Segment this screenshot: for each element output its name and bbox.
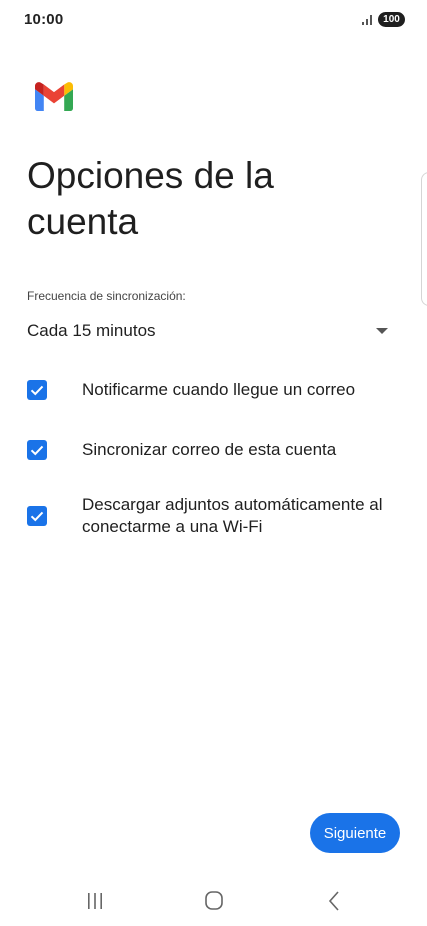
home-icon[interactable] (194, 886, 234, 916)
sync-frequency-dropdown[interactable]: Cada 15 minutos (27, 315, 393, 347)
back-icon[interactable] (314, 886, 354, 916)
option-notify[interactable]: Notificarme cuando llegue un correo (27, 378, 407, 402)
sync-frequency-label: Frecuencia de sincronización: (27, 289, 186, 303)
edge-panel-handle[interactable] (421, 172, 427, 306)
checkbox-checked-icon[interactable] (27, 506, 47, 526)
navigation-bar (0, 876, 427, 926)
signal-icon (362, 15, 372, 25)
option-sync-mail[interactable]: Sincronizar correo de esta cuenta (27, 438, 407, 462)
battery-badge: 100 (378, 12, 405, 27)
recents-icon[interactable] (75, 886, 115, 916)
dropdown-arrow-icon (376, 328, 388, 334)
option-label: Descargar adjuntos automáticamente al co… (82, 495, 383, 536)
option-download-attachments[interactable]: Descargar adjuntos automáticamente al co… (27, 494, 407, 542)
checkbox-checked-icon[interactable] (27, 440, 47, 460)
gmail-logo-icon (35, 82, 73, 111)
page-title: Opciones de la cuenta (27, 155, 274, 242)
option-label: Notificarme cuando llegue un correo (82, 380, 356, 399)
status-bar: 10:00 100 (0, 0, 427, 40)
sync-frequency-value: Cada 15 minutos (27, 321, 156, 340)
option-label: Sincronizar correo de esta cuenta (82, 440, 337, 459)
next-button[interactable]: Siguiente (310, 813, 400, 853)
status-time: 10:00 (24, 11, 64, 28)
checkbox-checked-icon[interactable] (27, 380, 47, 400)
